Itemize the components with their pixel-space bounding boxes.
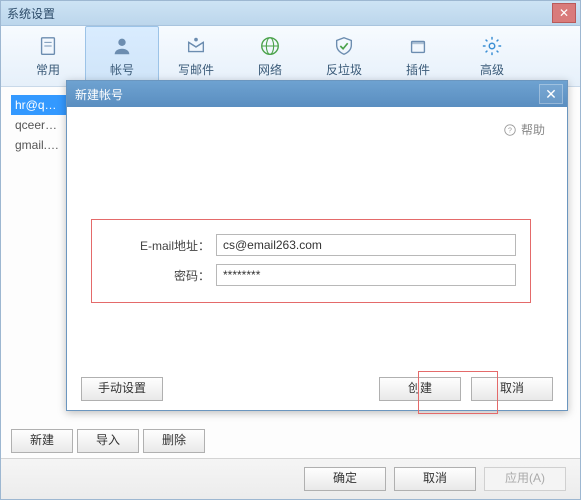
delete-account-button[interactable]: 删除 <box>143 429 205 453</box>
create-button[interactable]: 创建 <box>379 377 461 401</box>
settings-titlebar: 系统设置 ✕ <box>1 1 580 26</box>
tab-antispam[interactable]: 反垃圾 <box>307 26 381 86</box>
dialog-close-button[interactable]: ✕ <box>539 84 563 104</box>
settings-close-button[interactable]: ✕ <box>552 3 576 23</box>
tab-label: 常用 <box>36 61 60 78</box>
manual-settings-button[interactable]: 手动设置 <box>81 377 163 401</box>
cancel-button[interactable]: 取消 <box>394 467 476 491</box>
dialog-body: ? 帮助 E-mail地址： 密码： <box>67 107 567 368</box>
help-link[interactable]: ? 帮助 <box>503 121 545 138</box>
tab-label: 插件 <box>406 61 430 78</box>
new-account-button[interactable]: 新建 <box>11 429 73 453</box>
new-account-dialog: 新建帐号 ✕ ? 帮助 E-mail地址： 密码： 手动设置 创建 取消 <box>66 80 568 411</box>
help-label: 帮助 <box>521 121 545 138</box>
password-row: 密码： <box>106 264 516 286</box>
apply-button: 应用(A) <box>484 467 566 491</box>
tab-account[interactable]: 帐号 <box>85 26 159 86</box>
password-input[interactable] <box>216 264 516 286</box>
settings-toolbar: 常用 帐号 写邮件 网络 反垃圾 <box>1 26 580 87</box>
tab-label: 帐号 <box>110 61 134 78</box>
compose-icon <box>185 35 207 57</box>
gear-icon <box>481 35 503 57</box>
dialog-footer: 手动设置 创建 取消 <box>67 368 567 410</box>
dialog-titlebar: 新建帐号 ✕ <box>67 81 567 107</box>
dialog-title: 新建帐号 <box>75 86 123 103</box>
email-label: E-mail地址： <box>106 237 216 254</box>
ok-button[interactable]: 确定 <box>304 467 386 491</box>
email-row: E-mail地址： <box>106 234 516 256</box>
tab-label: 网络 <box>258 61 282 78</box>
settings-title: 系统设置 <box>7 5 55 22</box>
tab-compose[interactable]: 写邮件 <box>159 26 233 86</box>
settings-footer: 确定 取消 应用(A) <box>1 458 580 499</box>
password-label: 密码： <box>106 267 216 284</box>
tab-network[interactable]: 网络 <box>233 26 307 86</box>
tab-common[interactable]: 常用 <box>11 26 85 86</box>
dialog-cancel-button[interactable]: 取消 <box>471 377 553 401</box>
page-icon <box>37 35 59 57</box>
user-icon <box>111 35 133 57</box>
import-account-button[interactable]: 导入 <box>77 429 139 453</box>
globe-icon <box>259 35 281 57</box>
svg-text:?: ? <box>508 127 512 134</box>
form-highlight-box: E-mail地址： 密码： <box>91 219 531 303</box>
tab-label: 高级 <box>480 61 504 78</box>
tab-advanced[interactable]: 高级 <box>455 26 529 86</box>
tab-label: 写邮件 <box>178 61 214 78</box>
box-icon <box>407 35 429 57</box>
tab-plugin[interactable]: 插件 <box>381 26 455 86</box>
email-input[interactable] <box>216 234 516 256</box>
tab-label: 反垃圾 <box>326 61 362 78</box>
account-list-buttons: 新建 导入 删除 <box>11 429 205 453</box>
help-icon: ? <box>503 123 517 137</box>
shield-icon <box>333 35 355 57</box>
